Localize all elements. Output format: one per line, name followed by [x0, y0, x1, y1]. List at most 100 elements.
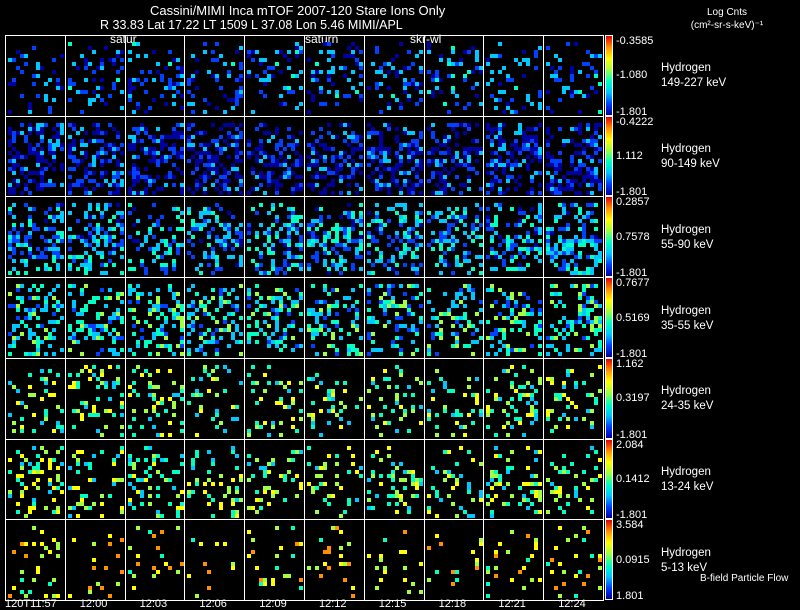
count-cell [402, 142, 407, 147]
count-cell [16, 178, 20, 183]
count-cell [79, 150, 84, 155]
count-cell [418, 146, 423, 151]
count-cell [12, 158, 16, 163]
count-cell [83, 58, 88, 62]
count-cell [335, 243, 339, 248]
count-cell [231, 122, 236, 127]
count-cell [586, 453, 591, 458]
count-cell [490, 477, 495, 482]
count-cell [155, 432, 160, 437]
count-cell [502, 316, 507, 321]
count-cell [28, 207, 32, 212]
count-cell [247, 150, 252, 155]
count-cell [526, 235, 531, 240]
count-cell [522, 74, 527, 78]
count-cell [48, 332, 52, 337]
count-cell [52, 219, 56, 224]
count-cell [231, 445, 236, 450]
count-cell [414, 348, 419, 353]
count-cell [215, 158, 220, 163]
count-cell [32, 170, 36, 175]
count-cell [339, 162, 343, 167]
count-cell [163, 142, 168, 147]
count-cell [159, 312, 164, 317]
count-cell [578, 219, 583, 224]
count-cell [410, 404, 415, 409]
count-cell [351, 223, 355, 228]
count-cell [578, 304, 583, 309]
count-cell [215, 376, 220, 381]
count-cell [48, 489, 52, 494]
count-cell [398, 493, 403, 498]
count-cell [83, 336, 88, 341]
count-cell [279, 420, 284, 425]
count-cell [454, 408, 459, 413]
count-cell [127, 146, 132, 151]
count-cell [562, 453, 567, 458]
count-cell [211, 255, 216, 260]
count-cell [28, 288, 32, 293]
count-cell [331, 146, 335, 151]
count-cell [28, 469, 32, 474]
count-cell [83, 166, 88, 171]
count-cell [40, 154, 44, 159]
count-cell [331, 134, 335, 139]
count-cell [67, 174, 72, 179]
count-cell [207, 158, 212, 163]
count-cell [131, 308, 136, 313]
count-cell [111, 348, 116, 353]
count-cell [48, 550, 52, 555]
count-cell [554, 328, 559, 333]
count-cell [343, 150, 347, 155]
count-cell [52, 150, 56, 155]
count-cell [127, 186, 132, 191]
count-cell [490, 513, 495, 518]
count-cell [179, 320, 184, 325]
count-cell [79, 138, 84, 143]
count-cell [574, 166, 579, 171]
count-cell [494, 432, 499, 437]
count-cell [115, 146, 120, 151]
count-cell [331, 158, 335, 163]
count-cell [402, 300, 407, 305]
count-cell [175, 82, 180, 86]
count-cell [20, 223, 24, 228]
count-cell [398, 190, 403, 195]
count-cell [402, 247, 407, 252]
count-cell [450, 501, 455, 506]
count-cell [434, 534, 439, 539]
count-cell [207, 142, 212, 147]
count-cell [414, 493, 419, 498]
count-cell [502, 146, 507, 151]
count-cell [267, 344, 272, 349]
count-cell [550, 336, 555, 341]
count-cell [95, 239, 100, 244]
count-cell [203, 50, 208, 54]
count-cell [251, 473, 256, 478]
count-cell [12, 324, 16, 329]
count-cell [366, 288, 371, 293]
count-cell [554, 54, 559, 58]
count-cell [147, 106, 152, 110]
count-cell [28, 332, 32, 337]
count-cell [335, 320, 339, 325]
count-cell [331, 320, 335, 325]
count-cell [590, 138, 595, 143]
count-cell [534, 138, 539, 143]
count-cell [67, 348, 72, 353]
count-cell [67, 86, 72, 90]
count-cell [247, 247, 252, 252]
count-cell [99, 98, 104, 102]
count-cell [119, 66, 124, 70]
count-cell [438, 162, 443, 167]
count-cell [271, 74, 276, 78]
count-cell [343, 247, 347, 252]
count-cell [299, 328, 304, 333]
count-cell [151, 146, 156, 151]
count-cell [167, 501, 172, 506]
count-cell [582, 243, 587, 248]
count-cell [590, 86, 595, 90]
count-cell [526, 215, 531, 220]
count-cell [16, 150, 20, 155]
count-cell [339, 562, 343, 567]
